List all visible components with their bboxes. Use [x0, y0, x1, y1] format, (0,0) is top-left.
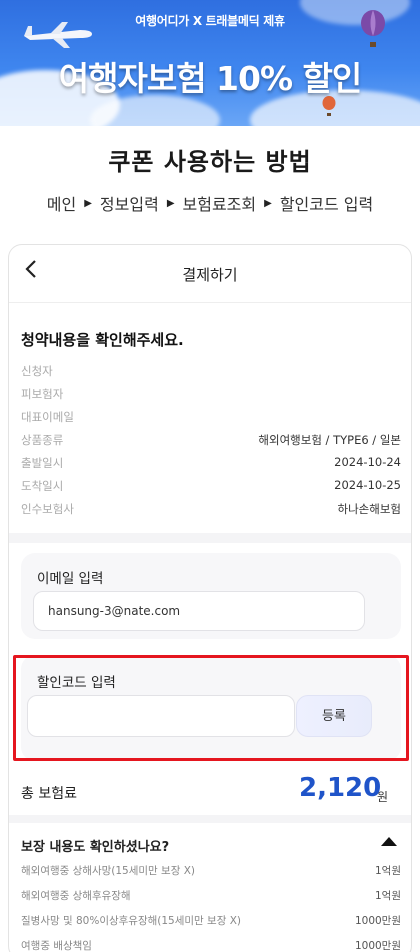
- step-label: 메인: [46, 195, 77, 214]
- summary-row: 신청자: [21, 363, 401, 386]
- top-bar: 결제하기: [9, 245, 411, 303]
- coverage-row: 여행중 배상책임 1000만원: [21, 938, 401, 952]
- coverage-label: 여행중 배상책임: [21, 940, 92, 952]
- coverage-value: 1억원: [374, 890, 401, 902]
- summary-row: 피보험자: [21, 386, 401, 409]
- row-value: 2024-10-25: [334, 478, 401, 492]
- coverage-title: 보장 내용도 확인하셨나요?: [21, 840, 170, 855]
- step-label: 보험료조회: [182, 195, 257, 214]
- coverage-list: 해외여행중 상해사망(15세미만 보장 X) 1억원 해외여행중 상해후유장해 1억…: [21, 863, 401, 952]
- summary-row: 인수보험사 하나손해보험: [21, 501, 401, 524]
- row-value: 하나손해보험: [337, 502, 401, 516]
- summary-row: 출발일시 2024-10-24: [21, 455, 401, 478]
- email-label: 이메일 입력: [37, 571, 104, 587]
- coverage-label: 해외여행중 상해사망(15세미만 보장 X): [21, 865, 195, 877]
- email-field[interactable]: hansung-3@nate.com: [33, 591, 365, 631]
- coverage-value: 1000만원: [354, 915, 401, 927]
- row-value: 해외여행보험 / TYPE6 / 일본: [258, 433, 401, 447]
- row-label: 피보험자: [21, 387, 64, 401]
- total-unit: 원: [377, 790, 389, 804]
- coverage-row: 질병사망 및 80%이상후유장해(15세미만 보장 X) 1000만원: [21, 913, 401, 938]
- row-label: 출발일시: [21, 456, 64, 470]
- row-label: 신청자: [21, 364, 53, 378]
- application-summary: 신청자 피보험자 대표이메일 상품종류 해외여행보험 / TYPE6 / 일본 출…: [21, 363, 401, 524]
- triangle-right-icon: ▶: [84, 197, 92, 209]
- row-label: 도착일시: [21, 479, 64, 493]
- row-label: 인수보험사: [21, 502, 74, 516]
- row-label: 상품종류: [21, 433, 64, 447]
- triangle-right-icon: ▶: [264, 197, 272, 209]
- coverage-value: 1억원: [374, 865, 401, 877]
- coverage-value: 1000만원: [354, 940, 401, 952]
- guide-title: 쿠폰 사용하는 방법: [108, 148, 312, 176]
- email-panel: 이메일 입력 hansung-3@nate.com: [21, 553, 401, 639]
- step-label: 할인코드 입력: [279, 195, 374, 214]
- section-divider: [9, 815, 411, 823]
- banner-subtitle: 여행어디가 X 트래블메딕 제휴: [135, 14, 285, 28]
- triangle-up-icon[interactable]: [381, 837, 397, 846]
- coverage-label: 질병사망 및 80%이상후유장해(15세미만 보장 X): [21, 915, 241, 927]
- summary-row: 대표이메일: [21, 409, 401, 432]
- step-label: 정보입력: [99, 195, 159, 214]
- section-divider: [9, 533, 411, 543]
- highlight-box: [13, 655, 409, 761]
- summary-row: 도착일시 2024-10-25: [21, 478, 401, 501]
- coverage-label: 해외여행중 상해후유장해: [21, 890, 131, 902]
- steps-breadcrumb: 메인 ▶ 정보입력 ▶ 보험료조회 ▶ 할인코드 입력: [0, 191, 420, 215]
- total-amount: 2,120: [299, 773, 382, 803]
- row-value: 2024-10-24: [334, 455, 401, 469]
- page-title: 결제하기: [182, 266, 238, 284]
- summary-row: 상품종류 해외여행보험 / TYPE6 / 일본: [21, 432, 401, 455]
- coverage-row: 해외여행중 상해사망(15세미만 보장 X) 1억원: [21, 863, 401, 888]
- confirm-heading: 청약내용을 확인해주세요.: [21, 331, 184, 349]
- triangle-right-icon: ▶: [166, 197, 175, 209]
- banner-title: 여행자보험 10% 할인: [58, 59, 363, 98]
- payment-screen: 결제하기 청약내용을 확인해주세요. 신청자 피보험자 대표이메일 상품종류해외…: [8, 244, 412, 952]
- promo-banner: 여행어디가 X 트래블메딕 제휴 여행자보험 10% 할인: [0, 0, 420, 126]
- total-label: 총 보험료: [21, 786, 77, 802]
- row-label: 대표이메일: [21, 410, 74, 424]
- coverage-row: 해외여행중 상해후유장해 1억원: [21, 888, 401, 913]
